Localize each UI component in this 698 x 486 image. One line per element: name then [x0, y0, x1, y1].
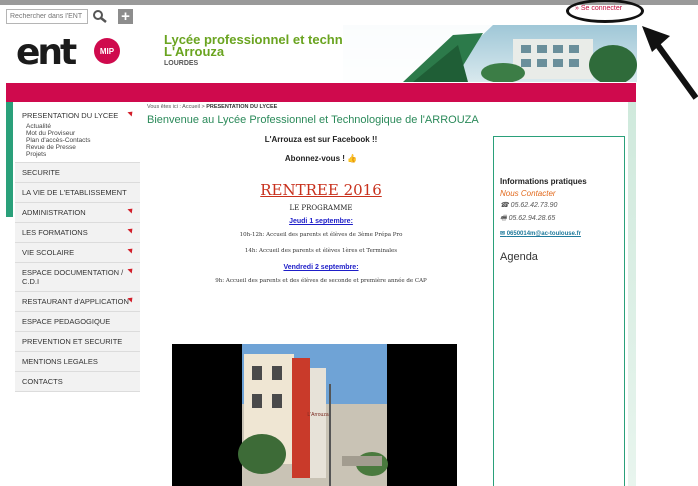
- sidebar-item-label: VIE SCOLAIRE: [22, 248, 75, 257]
- phone-row: ☎ 05.62.42.73.90: [500, 201, 619, 209]
- caret-icon: [127, 226, 135, 234]
- caret-icon: [127, 266, 135, 274]
- date-link-vendredi[interactable]: Vendredi 2 septembre:: [147, 264, 495, 271]
- sidebar-item-securite[interactable]: SECURITE: [15, 163, 140, 183]
- sidebar-item-label: LA VIE DE L'ETABLISSEMENT: [22, 188, 127, 197]
- breadcrumb-prefix: Vous êtes ici :: [147, 104, 181, 110]
- fax-row: 🖷 05.62.94.28.65: [500, 214, 619, 225]
- search-icon[interactable]: [92, 9, 108, 24]
- header-banner-image: [343, 25, 637, 82]
- fax-number: 05.62.94.28.65: [508, 215, 556, 222]
- sidebar-item-label: CONTACTS: [22, 377, 63, 386]
- sidebar-item-vie-scolaire[interactable]: VIE SCOLAIRE: [15, 243, 140, 263]
- programme-label: LE PROGRAMME: [289, 204, 353, 212]
- date-link-jeudi[interactable]: Jeudi 1 septembre:: [147, 218, 495, 225]
- phone-icon: ☎: [500, 202, 511, 209]
- sidebar-item-formations[interactable]: LES FORMATIONS: [15, 223, 140, 243]
- plus-icon[interactable]: +: [118, 9, 133, 24]
- programme-line: 14h: Accueil des parents et élèves 1ères…: [244, 248, 398, 254]
- pointer-arrow-icon: [642, 26, 698, 100]
- sidebar-item-label: RESTAURANT d'APPLICATION: [22, 297, 129, 306]
- breadcrumb: Vous êtes ici : Accueil > PRESENTATION D…: [147, 104, 495, 110]
- programme-line: 9h: Accueil des parents et des élèves de…: [215, 278, 427, 284]
- breadcrumb-separator: >: [201, 104, 205, 110]
- header: + ent MIP Lycée professionnel et technol…: [6, 5, 637, 83]
- subscribe-text[interactable]: Abonnez-vous ! 👍: [147, 154, 495, 163]
- sidebar-item-mentions-legales[interactable]: MENTIONS LEGALES: [15, 352, 140, 372]
- page-title: Bienvenue au Lycée Professionnel et Tech…: [147, 114, 479, 126]
- caret-icon: [127, 109, 135, 117]
- phone-number: 05.62.42.73.90: [510, 202, 558, 209]
- sidebar-item-pedagogique[interactable]: ESPACE PEDAGOGIQUE: [15, 312, 140, 332]
- page: + ent MIP Lycée professionnel et technol…: [0, 0, 698, 486]
- sidebar-item-restaurant[interactable]: RESTAURANT d'APPLICATION: [15, 292, 140, 312]
- rentree-heading[interactable]: RENTREE 2016: [147, 181, 495, 199]
- sidebar-item-label: PREVENTION ET SECURITE: [22, 337, 123, 346]
- sidebar-item-label: ESPACE PEDAGOGIQUE: [22, 317, 111, 326]
- sidebar-item-label: MENTIONS LEGALES: [22, 357, 98, 366]
- photo-sign-text: L'Arrouza: [307, 412, 328, 418]
- sidebar-item-presentation[interactable]: PRESENTATION DU LYCEE Actualité Mot du P…: [15, 106, 140, 163]
- breadcrumb-current: PRESENTATION DU LYCEE: [206, 104, 278, 110]
- school-town: LOURDES: [164, 60, 199, 67]
- main-content: Vous êtes ici : Accueil > PRESENTATION D…: [147, 104, 495, 294]
- sidebar-item-administration[interactable]: ADMINISTRATION: [15, 203, 140, 223]
- subitem-plan-acces[interactable]: Plan d'accès-Contacts: [22, 137, 136, 144]
- fax-icon: 🖷: [500, 215, 509, 222]
- info-panel: Informations pratiques Nous Contacter ☎ …: [493, 136, 625, 486]
- breadcrumb-home[interactable]: Accueil: [182, 104, 200, 110]
- school-photo: L'Arrouza: [172, 344, 457, 486]
- search-input[interactable]: [6, 9, 88, 24]
- facebook-text: L'Arrouza est sur Facebook !!: [264, 135, 378, 144]
- sidebar-item-label: PRESENTATION DU LYCEE: [22, 111, 119, 120]
- sidebar-item-vie-etablissement[interactable]: LA VIE DE L'ETABLISSEMENT: [15, 183, 140, 203]
- menu-band: [6, 83, 636, 102]
- email-row[interactable]: ✉ 0650014m@ac-toulouse.fr: [500, 230, 619, 237]
- caret-icon: [127, 206, 135, 214]
- sidebar-item-label: LES FORMATIONS: [22, 228, 88, 237]
- contact-link[interactable]: Nous Contacter: [500, 189, 619, 198]
- svg-text:MIP: MIP: [100, 47, 115, 56]
- sidebar-item-label: ADMINISTRATION: [22, 208, 86, 217]
- agenda-heading: Agenda: [500, 251, 538, 263]
- login-highlight-circle: [566, 0, 644, 23]
- info-title: Informations pratiques: [500, 177, 587, 186]
- left-accent-bar: [6, 102, 13, 217]
- email-link[interactable]: 0650014m@ac-toulouse.fr: [507, 231, 581, 237]
- caret-icon: [127, 246, 135, 254]
- ent-logo[interactable]: ent MIP: [14, 30, 134, 73]
- svg-text:ent: ent: [16, 32, 77, 72]
- mail-icon: ✉: [500, 231, 507, 237]
- sidebar-item-prevention[interactable]: PREVENTION ET SECURITE: [15, 332, 140, 352]
- sidebar: PRESENTATION DU LYCEE Actualité Mot du P…: [15, 106, 140, 392]
- subitem-projets[interactable]: Projets: [22, 151, 136, 158]
- subitem-mot-proviseur[interactable]: Mot du Proviseur: [22, 130, 136, 137]
- subitem-revue-presse[interactable]: Revue de Presse: [22, 144, 136, 151]
- sidebar-item-label: SECURITE: [22, 168, 60, 177]
- programme-line: 10h-12h: Accueil des parents et élèves d…: [239, 232, 403, 238]
- sidebar-item-documentation[interactable]: ESPACE DOCUMENTATION / C.D.I: [15, 263, 140, 292]
- sidebar-item-label: ESPACE DOCUMENTATION / C.D.I: [22, 268, 124, 286]
- subitem-actualite[interactable]: Actualité: [22, 123, 136, 130]
- sidebar-item-contacts[interactable]: CONTACTS: [15, 372, 140, 392]
- right-edge-strip: [628, 102, 636, 486]
